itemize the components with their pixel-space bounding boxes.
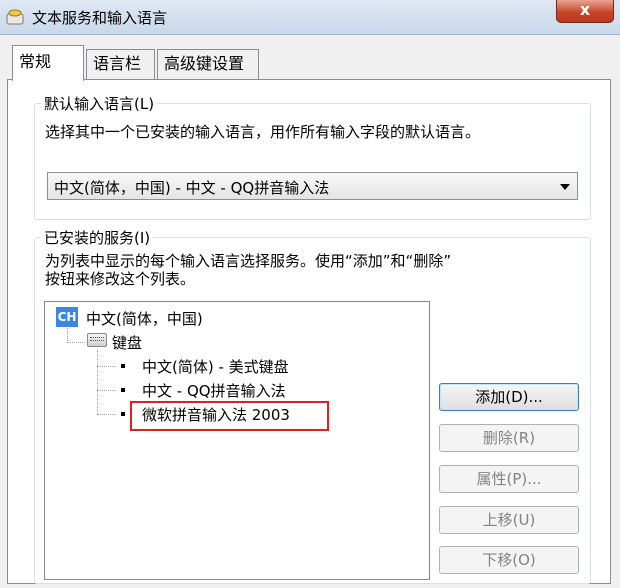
chevron-down-icon bbox=[560, 184, 570, 190]
add-button[interactable]: 添加(D)... bbox=[439, 383, 579, 411]
move-down-button[interactable]: 下移(O) bbox=[439, 546, 579, 574]
tree-node-keyboard[interactable]: 键盘 bbox=[112, 332, 142, 353]
tree-connector bbox=[67, 342, 85, 343]
tab-general[interactable]: 常规 bbox=[12, 45, 84, 81]
bullet-icon bbox=[121, 364, 125, 368]
tree-node-service[interactable]: 中文(简体) - 美式键盘 bbox=[142, 356, 289, 377]
properties-button[interactable]: 属性(P)... bbox=[439, 465, 579, 493]
tab-advanced-key-settings[interactable]: 高级键设置 bbox=[157, 49, 259, 79]
tab-language-bar[interactable]: 语言栏 bbox=[86, 49, 155, 79]
close-button[interactable]: x bbox=[556, 0, 614, 23]
default-language-value: 中文(简体，中国) - 中文 - QQ拼音输入法 bbox=[54, 179, 330, 197]
keyboard-app-icon bbox=[6, 9, 24, 25]
bullet-icon bbox=[121, 388, 125, 392]
default-language-description: 选择其中一个已安装的输入语言，用作所有输入字段的默认语言。 bbox=[45, 123, 481, 141]
tree-node-service[interactable]: 中文 - QQ拼音输入法 bbox=[142, 380, 286, 401]
tree-connector bbox=[97, 350, 98, 414]
installed-services-legend: 已安装的服务(I) bbox=[41, 227, 154, 248]
highlight-annotation-box bbox=[130, 401, 329, 431]
default-language-legend: 默认输入语言(L) bbox=[41, 93, 158, 114]
default-language-select[interactable]: 中文(简体，中国) - 中文 - QQ拼音输入法 bbox=[47, 172, 578, 200]
tree-connector bbox=[97, 414, 115, 415]
window-title: 文本服务和输入语言 bbox=[32, 9, 168, 27]
tree-connector bbox=[67, 328, 68, 343]
installed-services-description-2: 按钮来修改这个列表。 bbox=[45, 270, 196, 288]
remove-button[interactable]: 删除(R) bbox=[439, 424, 579, 452]
bullet-icon bbox=[121, 412, 125, 416]
move-up-button[interactable]: 上移(U) bbox=[439, 506, 579, 534]
tree-connector bbox=[97, 390, 115, 391]
keyboard-icon bbox=[87, 333, 107, 347]
language-badge: CH bbox=[56, 307, 78, 327]
tree-node-language[interactable]: 中文(简体，中国) bbox=[86, 308, 203, 329]
tree-connector bbox=[97, 366, 115, 367]
title-bar: 文本服务和输入语言 x bbox=[0, 0, 620, 35]
